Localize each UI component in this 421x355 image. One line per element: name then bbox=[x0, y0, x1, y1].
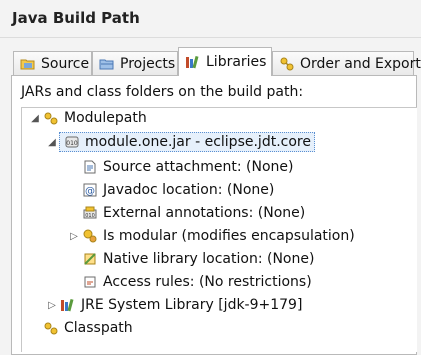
access-rules-label: Access rules: (No restrictions) bbox=[103, 274, 312, 290]
javadoc-icon: @ bbox=[83, 183, 97, 197]
is-modular-label: Is modular (modifies encapsulation) bbox=[103, 228, 355, 244]
module-jar-label: module.one.jar - eclipse.jdt.core bbox=[85, 134, 311, 150]
tab-source-label: Source bbox=[41, 55, 90, 72]
tree-node-jre-library[interactable]: ▷ JRE System Library [jdk-9+179] bbox=[45, 295, 302, 315]
tree-node-access-rules[interactable]: Access rules: (No restrictions) bbox=[81, 272, 312, 292]
tab-libraries-label: Libraries bbox=[206, 54, 267, 70]
access-rules-icon bbox=[84, 276, 96, 288]
svg-text:010: 010 bbox=[85, 213, 95, 219]
title-separator bbox=[0, 37, 421, 38]
external-annotations-label: External annotations: (None) bbox=[103, 205, 306, 221]
module-icon bbox=[83, 229, 97, 243]
source-attachment-label: Source attachment: (None) bbox=[103, 159, 294, 175]
jre-library-icon bbox=[61, 298, 74, 312]
dialog-title: Java Build Path bbox=[12, 9, 140, 27]
tab-order-export-label: Order and Export bbox=[300, 55, 421, 72]
classpath-icon bbox=[44, 322, 58, 335]
tab-projects[interactable]: Projects bbox=[92, 51, 178, 75]
tree-node-source-attachment[interactable]: Source attachment: (None) bbox=[81, 157, 293, 177]
jar-icon: 010 bbox=[65, 136, 79, 148]
tree-node-javadoc[interactable]: @ Javadoc location: (None) bbox=[81, 180, 274, 200]
projects-icon bbox=[99, 59, 114, 69]
native-library-label: Native library location: (None) bbox=[103, 251, 315, 267]
tree-node-classpath[interactable]: Classpath bbox=[42, 318, 133, 338]
libraries-icon bbox=[186, 55, 199, 69]
tree-node-native-library[interactable]: Native library location: (None) bbox=[81, 249, 314, 269]
tab-order-export[interactable]: Order and Export bbox=[272, 51, 421, 75]
classpath-label: Classpath bbox=[64, 320, 133, 336]
collapse-arrow-icon[interactable]: ▷ bbox=[67, 231, 81, 242]
tab-libraries[interactable]: Libraries bbox=[178, 47, 272, 76]
jre-library-label: JRE System Library [jdk-9+179] bbox=[81, 297, 303, 313]
native-library-icon bbox=[84, 253, 96, 265]
source-folder-icon bbox=[20, 59, 35, 69]
source-attachment-icon bbox=[84, 160, 96, 174]
build-path-caption: JARs and class folders on the build path… bbox=[21, 84, 304, 100]
modulepath-label: Modulepath bbox=[64, 110, 147, 126]
tab-projects-label: Projects bbox=[120, 55, 176, 72]
svg-text:@: @ bbox=[85, 186, 95, 197]
tree-node-modulepath[interactable]: ◢ Modulepath bbox=[28, 108, 147, 128]
tree-node-module-jar[interactable]: ◢ 010 module.one.jar - eclipse.jdt.core bbox=[45, 132, 315, 152]
external-annotations-icon: 010 bbox=[83, 206, 97, 219]
tab-source[interactable]: Source bbox=[13, 51, 92, 75]
tree-node-external-annotations[interactable]: 010 External annotations: (None) bbox=[81, 203, 305, 223]
svg-text:010: 010 bbox=[66, 140, 78, 147]
tree-node-is-modular[interactable]: ▷ Is modular (modifies encapsulation) bbox=[67, 226, 355, 246]
collapse-arrow-icon[interactable]: ▷ bbox=[45, 300, 59, 311]
order-export-icon bbox=[280, 57, 294, 70]
expand-arrow-icon[interactable]: ◢ bbox=[28, 113, 42, 124]
modulepath-icon bbox=[44, 112, 58, 125]
javadoc-label: Javadoc location: (None) bbox=[103, 182, 275, 198]
expand-arrow-icon[interactable]: ◢ bbox=[45, 137, 59, 148]
selected-item[interactable]: 010 module.one.jar - eclipse.jdt.core bbox=[59, 132, 315, 152]
